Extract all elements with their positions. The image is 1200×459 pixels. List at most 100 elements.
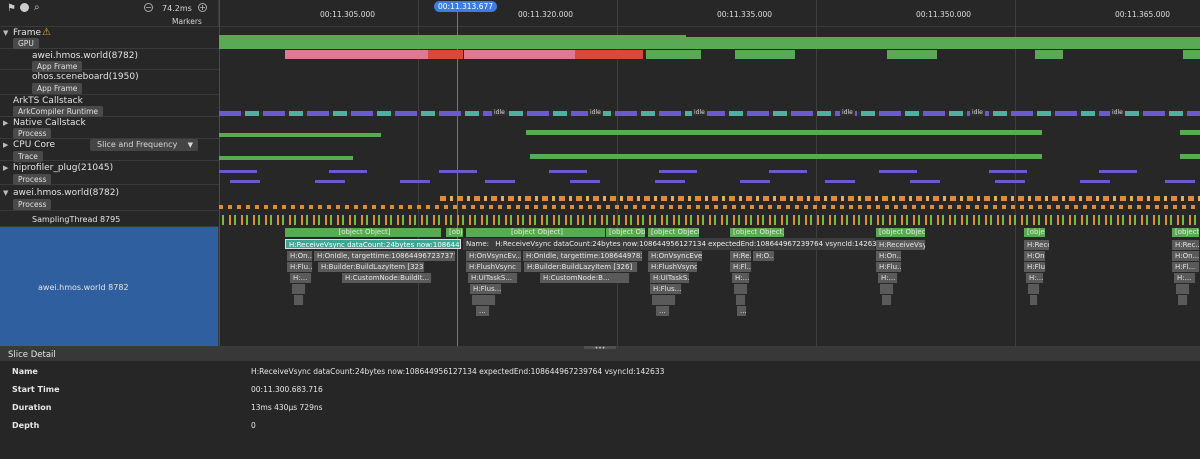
app-frame-bar[interactable] xyxy=(735,50,795,59)
call-slice[interactable]: H:Flus... xyxy=(470,284,502,294)
call-slice[interactable] xyxy=(294,295,304,305)
app-frame-bar[interactable] xyxy=(428,50,463,59)
call-slice[interactable]: H:Flus... xyxy=(650,284,682,294)
call-slice[interactable]: H:Fl... xyxy=(1172,262,1200,272)
running-slice[interactable]: [object Object] xyxy=(285,228,442,237)
call-slice[interactable] xyxy=(472,295,496,305)
call-slice[interactable]: H:... xyxy=(1174,273,1196,283)
zoom-in-icon[interactable]: + xyxy=(198,3,207,12)
hiprofiler-track[interactable] xyxy=(219,170,1200,173)
detail-start-value: 00:11.300.683.716 xyxy=(251,385,323,394)
process-track[interactable] xyxy=(440,196,1200,201)
call-slice[interactable] xyxy=(736,295,746,305)
running-slice[interactable]: [object Object] xyxy=(1172,228,1200,237)
call-slice[interactable]: H:Flu... xyxy=(876,262,902,272)
call-slice[interactable]: ... xyxy=(737,306,747,316)
call-slice[interactable]: H:Flu... xyxy=(1024,262,1046,272)
app-frame-bar[interactable] xyxy=(887,50,937,59)
row-tag-gpu: GPU xyxy=(13,38,39,49)
app-frame-bar[interactable] xyxy=(1183,50,1200,59)
call-slice[interactable]: H:UITaskS... xyxy=(650,273,690,283)
zoom-out-icon[interactable]: − xyxy=(144,3,153,12)
native-bar[interactable] xyxy=(219,133,381,137)
call-slice[interactable]: H:OnVsyncEv... xyxy=(466,251,522,261)
slice-frequency-select[interactable]: Slice and Frequency ▼ xyxy=(90,139,198,151)
call-slice[interactable]: H:... xyxy=(878,273,898,283)
call-slice[interactable]: H:... xyxy=(290,273,312,283)
search-icon[interactable]: ⌕ xyxy=(34,2,40,13)
call-slice[interactable]: H:OnVsyncEvent xyxy=(648,251,703,261)
arkts-track[interactable] xyxy=(219,111,1200,116)
call-slice[interactable] xyxy=(880,284,894,294)
call-slice[interactable]: H:UITaskS... xyxy=(468,273,518,283)
call-slice[interactable]: H:Builder:BuildLazyItem [323] xyxy=(318,262,425,272)
sampling-track[interactable] xyxy=(222,215,1200,225)
running-slice[interactable]: [object Object] xyxy=(730,228,785,237)
call-slice[interactable] xyxy=(1028,284,1040,294)
app-frame-bar[interactable] xyxy=(464,50,575,59)
selected-thread-label-panel[interactable]: awei.hmos.world 8782 xyxy=(0,227,219,346)
hiprofiler-track[interactable] xyxy=(230,180,1200,183)
running-slice[interactable]: [object Object] xyxy=(1024,228,1046,237)
native-bar[interactable] xyxy=(1180,130,1200,135)
call-slice[interactable]: H:Flu... xyxy=(287,262,313,272)
cursor-time-badge[interactable]: 00:11.313.677 xyxy=(434,1,498,12)
selected-slice[interactable]: H:ReceiveVsync dataCount:24bytes now:108… xyxy=(285,239,461,249)
running-slice[interactable]: [object Object] xyxy=(648,228,700,237)
app-frame-bar[interactable] xyxy=(646,50,701,59)
running-slice[interactable]: [object Object] xyxy=(446,228,464,237)
native-bar[interactable] xyxy=(526,130,1042,135)
running-slice[interactable]: [object Object] xyxy=(606,228,646,237)
clear-icon[interactable] xyxy=(20,3,29,12)
zoom-level: 74.2ms xyxy=(162,4,192,13)
call-slice[interactable] xyxy=(882,295,892,305)
call-slice[interactable]: H:CustomNode:B... xyxy=(540,273,630,283)
call-slice[interactable]: H:OnIdle, targettime:108644978350... xyxy=(523,251,643,261)
gpu-frame-bar[interactable] xyxy=(219,35,686,49)
gpu-frame-bar[interactable] xyxy=(686,37,1200,49)
call-slice[interactable] xyxy=(1176,284,1190,294)
call-slice[interactable]: ... xyxy=(656,306,670,316)
call-slice[interactable] xyxy=(1030,295,1038,305)
app-frame-bar[interactable] xyxy=(1035,50,1063,59)
call-slice[interactable]: H:Fl... xyxy=(730,262,752,272)
expand-icon[interactable]: ▼ xyxy=(3,189,8,197)
call-slice[interactable]: H:Re... xyxy=(730,251,752,261)
call-slice[interactable]: H:O... xyxy=(753,251,775,261)
call-slice[interactable] xyxy=(292,284,306,294)
call-slice[interactable] xyxy=(652,295,676,305)
expand-icon[interactable]: ▶ xyxy=(3,141,8,149)
call-slice[interactable] xyxy=(734,284,748,294)
call-slice[interactable]: H:OnIdle, targettime:108644967237377 xyxy=(314,251,456,261)
call-slice[interactable]: H:On... xyxy=(287,251,313,261)
running-slice[interactable]: [object Object] xyxy=(876,228,926,237)
call-slice[interactable]: H:... xyxy=(732,273,750,283)
call-slice[interactable]: H:ReceiveVsy... xyxy=(876,240,926,250)
expand-icon[interactable]: ▼ xyxy=(3,29,8,37)
call-slice[interactable]: H:FlushVsync xyxy=(648,262,698,272)
cpu-bar[interactable] xyxy=(219,156,353,160)
detail-duration-key: Duration xyxy=(12,403,52,412)
call-slice[interactable]: H:CustomNode:BuildIt... xyxy=(342,273,432,283)
running-slice[interactable]: [object Object] xyxy=(466,228,606,237)
call-slice[interactable]: H:On... xyxy=(876,251,902,261)
cpu-bar[interactable] xyxy=(530,154,1042,159)
call-slice[interactable]: H:... xyxy=(1026,273,1044,283)
row-label-native: Native Callstack xyxy=(13,118,86,128)
call-slice[interactable]: H:Rece... xyxy=(1024,240,1050,250)
call-slice[interactable]: H:On... xyxy=(1024,251,1046,261)
time-ruler[interactable]: 00:11.305.000 00:11.320.000 00:11.335.00… xyxy=(219,0,1200,27)
app-frame-bar[interactable] xyxy=(575,50,643,59)
call-slice[interactable]: H:FlushVsync xyxy=(466,262,522,272)
call-slice[interactable]: H:Rec... xyxy=(1172,240,1200,250)
expand-icon[interactable]: ▶ xyxy=(3,164,8,172)
call-slice[interactable] xyxy=(1178,295,1188,305)
call-slice[interactable]: ... xyxy=(476,306,490,316)
app-frame-bar[interactable] xyxy=(285,50,428,59)
call-slice[interactable]: H:On... xyxy=(1172,251,1200,261)
process-track[interactable] xyxy=(219,205,1200,209)
expand-icon[interactable]: ▶ xyxy=(3,119,8,127)
flag-icon[interactable]: ⚑ xyxy=(7,3,16,14)
cpu-bar[interactable] xyxy=(1180,154,1200,159)
call-slice[interactable]: H:Builder:BuildLazyItem [326] xyxy=(524,262,638,272)
